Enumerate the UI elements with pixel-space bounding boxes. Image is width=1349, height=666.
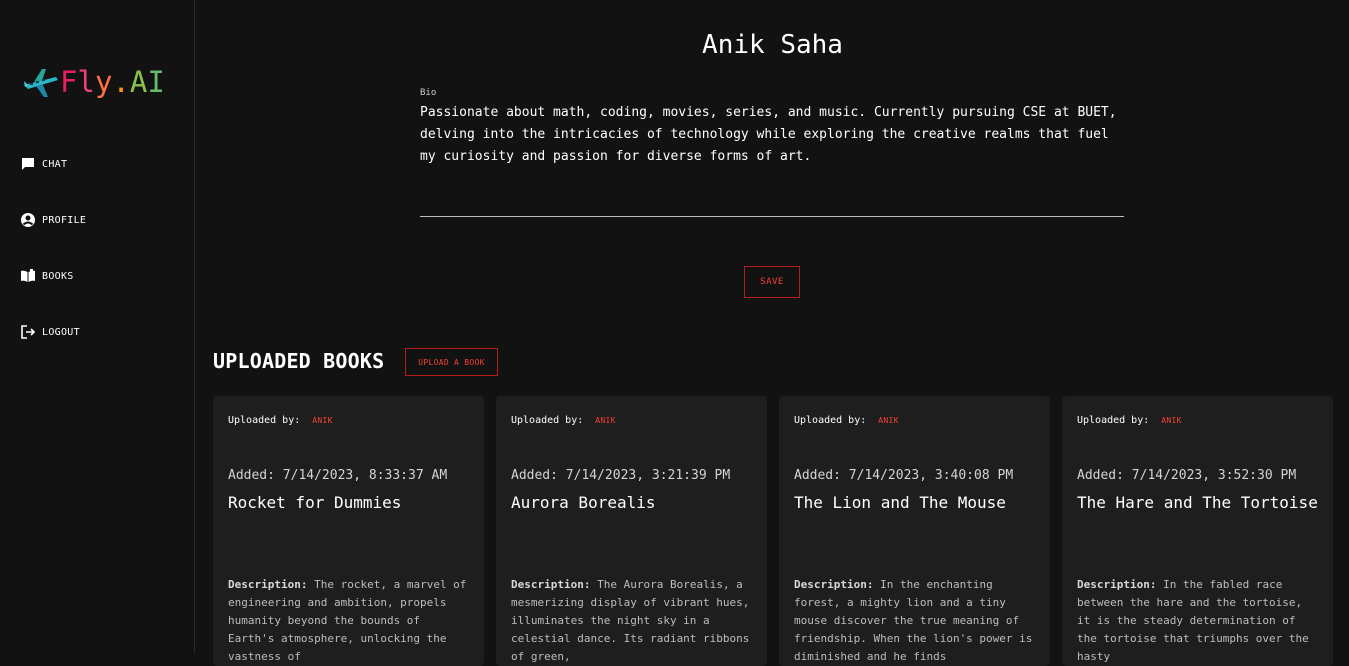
book-added-date: Added: 7/14/2023, 3:52:30 PM <box>1077 468 1297 483</box>
profile-name: Anik Saha <box>702 30 843 60</box>
uploaded-by-label: Uploaded by: <box>511 415 584 426</box>
main-content: Anik Saha Bio Passionate about math, cod… <box>196 0 1349 666</box>
bio-field[interactable]: Bio Passionate about math, coding, movie… <box>420 88 1124 168</box>
sidebar-item-profile[interactable]: PROFILE <box>20 206 86 234</box>
sidebar: Fly.AI CHAT PROFILE BOOKS LOGOUT <box>0 0 195 653</box>
chat-icon <box>20 156 36 172</box>
uploaded-by: Uploaded by: ANIK <box>511 415 616 426</box>
uploaded-by: Uploaded by: ANIK <box>1077 415 1182 426</box>
book-card-list: Uploaded by: ANIK Added: 7/14/2023, 8:33:… <box>213 396 1345 666</box>
logout-icon <box>20 324 36 340</box>
bio-textarea[interactable]: Passionate about math, coding, movies, s… <box>420 102 1120 168</box>
uploaded-by: Uploaded by: ANIK <box>794 415 899 426</box>
bio-underline <box>420 216 1124 217</box>
airplane-icon <box>22 65 58 99</box>
logo-letter: F <box>60 65 78 99</box>
account-circle-icon <box>20 212 36 228</box>
book-icon <box>20 268 36 284</box>
book-card[interactable]: Uploaded by: ANIK Added: 7/14/2023, 8:33:… <box>213 396 484 666</box>
uploader-name[interactable]: ANIK <box>878 416 898 425</box>
save-button[interactable]: SAVE <box>744 266 800 298</box>
uploaded-by-label: Uploaded by: <box>1077 415 1150 426</box>
uploader-name[interactable]: ANIK <box>312 416 332 425</box>
sidebar-item-label: LOGOUT <box>42 326 80 338</box>
bio-label: Bio <box>420 88 437 98</box>
book-title: The Hare and The Tortoise <box>1077 493 1318 512</box>
description-label: Description: <box>228 578 308 591</box>
description-label: Description: <box>794 578 874 591</box>
book-title: The Lion and The Mouse <box>794 493 1006 512</box>
logo-letter: l <box>77 65 95 99</box>
sidebar-item-chat[interactable]: CHAT <box>20 150 86 178</box>
book-card[interactable]: Uploaded by: ANIK Added: 7/14/2023, 3:40:… <box>779 396 1050 666</box>
uploaded-books-title: UPLOADED BOOKS <box>213 349 385 373</box>
sidebar-item-label: BOOKS <box>42 270 74 282</box>
uploaded-by: Uploaded by: ANIK <box>228 415 333 426</box>
uploader-name[interactable]: ANIK <box>595 416 615 425</box>
logo-letter: y <box>94 65 113 99</box>
logo-letter: . <box>112 65 130 99</box>
book-added-date: Added: 7/14/2023, 8:33:37 AM <box>228 468 448 483</box>
sidebar-item-label: CHAT <box>42 158 68 170</box>
book-title: Rocket for Dummies <box>228 493 402 512</box>
uploaded-by-label: Uploaded by: <box>794 415 867 426</box>
description-label: Description: <box>1077 578 1157 591</box>
book-added-date: Added: 7/14/2023, 3:21:39 PM <box>511 468 731 483</box>
logo-letter: A <box>129 65 148 99</box>
sidebar-item-books[interactable]: BOOKS <box>20 262 86 290</box>
upload-book-button[interactable]: UPLOAD A BOOK <box>405 348 498 376</box>
sidebar-item-logout[interactable]: LOGOUT <box>20 318 86 346</box>
book-card[interactable]: Uploaded by: ANIK Added: 7/14/2023, 3:52:… <box>1062 396 1333 666</box>
app-logo[interactable]: Fly.AI <box>22 62 165 102</box>
book-card[interactable]: Uploaded by: ANIK Added: 7/14/2023, 3:21:… <box>496 396 767 666</box>
uploaded-by-label: Uploaded by: <box>228 415 301 426</box>
sidebar-nav: CHAT PROFILE BOOKS LOGOUT <box>20 150 86 374</box>
book-title: Aurora Borealis <box>511 493 656 512</box>
book-added-date: Added: 7/14/2023, 3:40:08 PM <box>794 468 1014 483</box>
logo-letter: I <box>147 65 165 99</box>
logo-text: Fly.AI <box>60 62 165 102</box>
description-label: Description: <box>511 578 591 591</box>
uploader-name[interactable]: ANIK <box>1161 416 1181 425</box>
sidebar-item-label: PROFILE <box>42 214 87 226</box>
